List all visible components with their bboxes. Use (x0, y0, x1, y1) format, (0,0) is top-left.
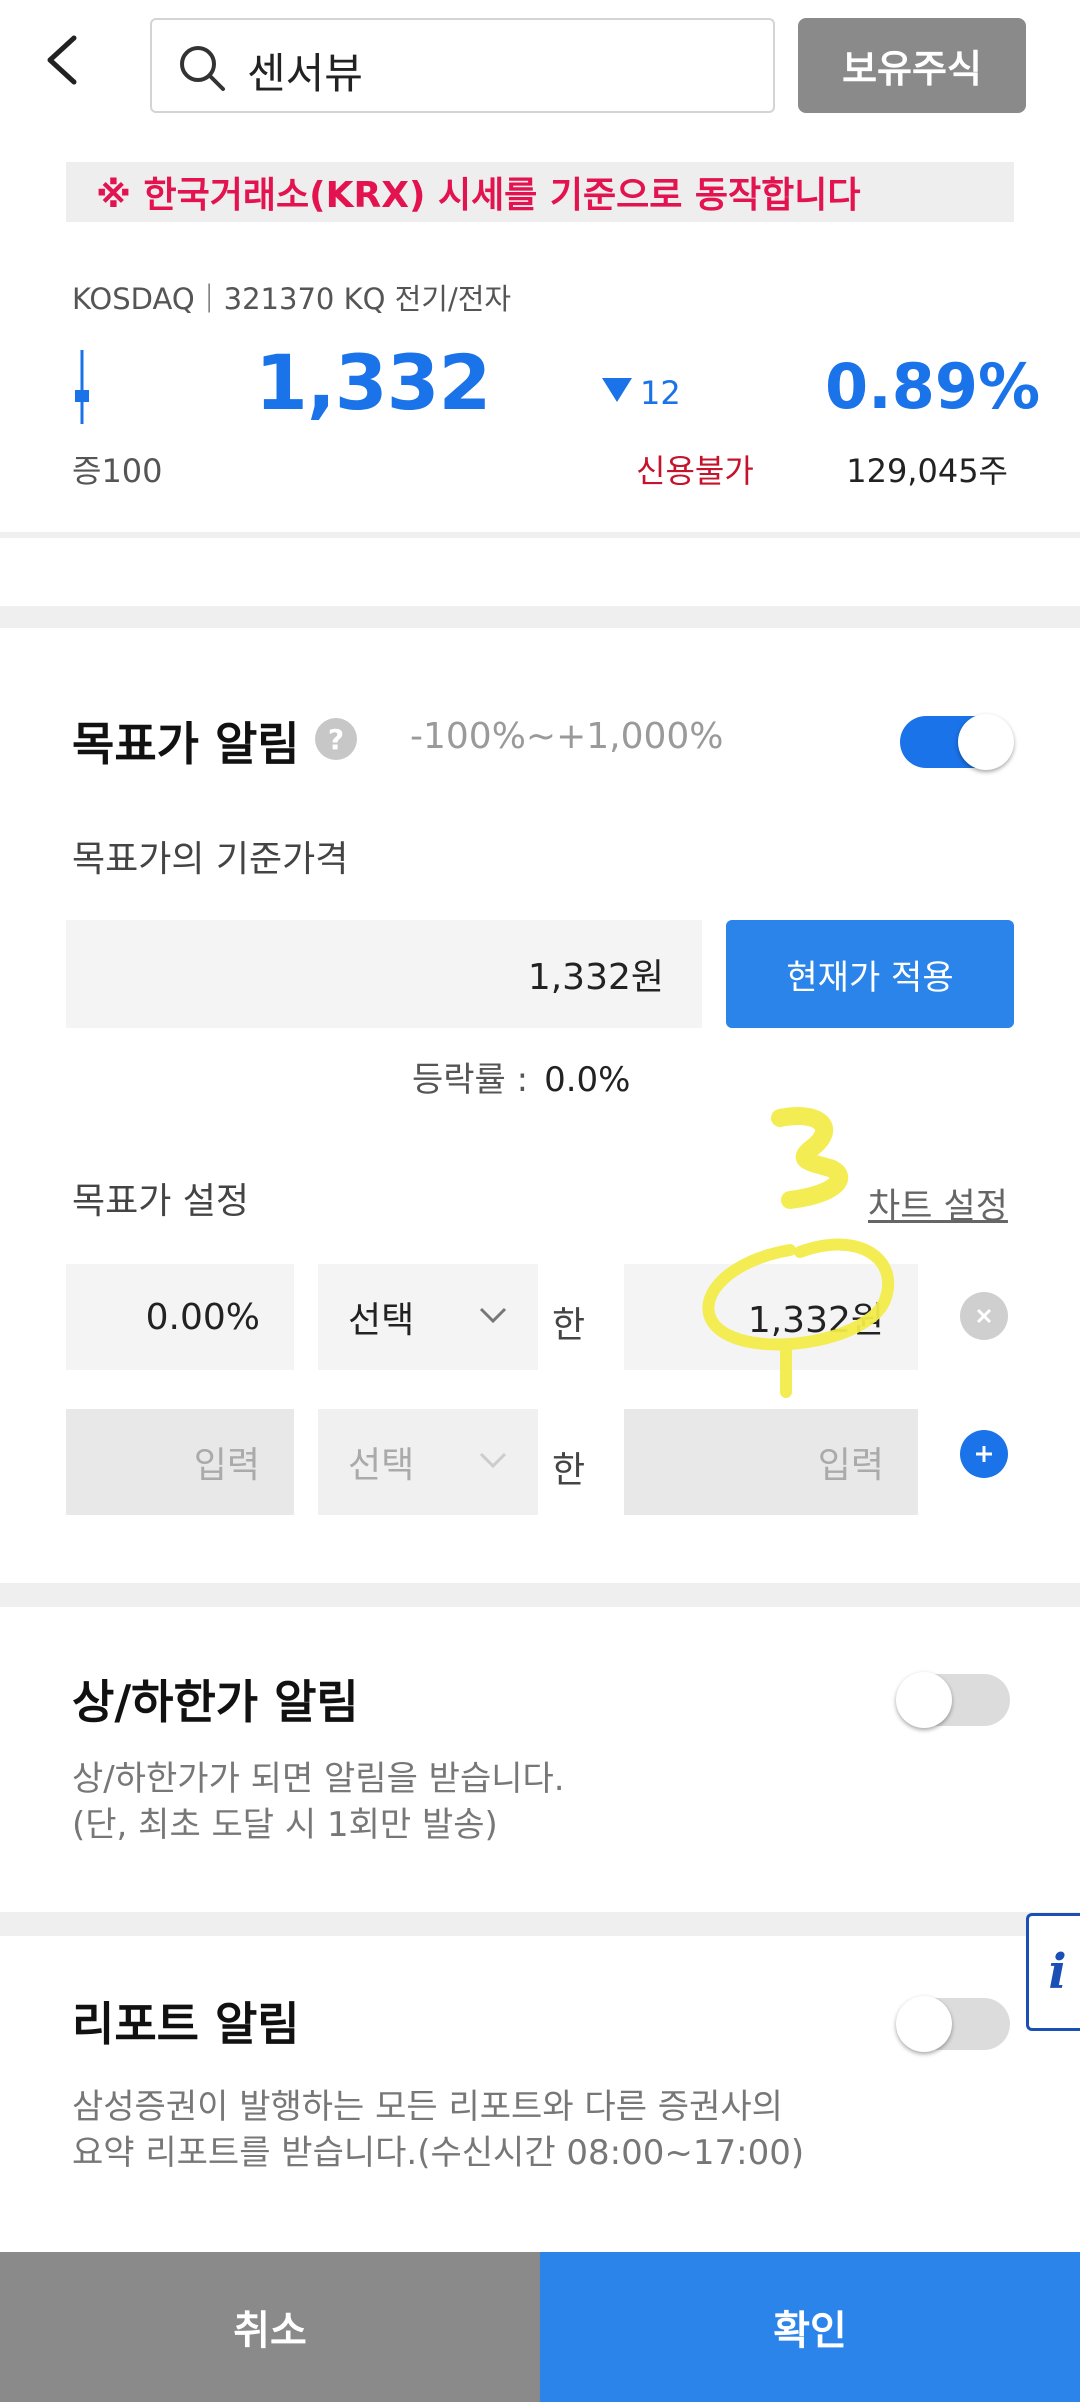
holding-stocks-button[interactable]: 보유주식 (798, 18, 1026, 113)
section-separator (0, 1583, 1080, 1607)
divider (0, 532, 1080, 538)
report-alert-toggle[interactable] (896, 1996, 1010, 2052)
condition-select-value: 선택 (348, 1300, 415, 1341)
section-separator (0, 606, 1080, 628)
limit-desc-line1: 상/하한가가 되면 알림을 받습니다. (72, 1759, 565, 1799)
add-row-button[interactable] (960, 1430, 1008, 1478)
chevron-down-icon (479, 1452, 507, 1469)
target-alert-title: 목표가 알림 (72, 717, 300, 771)
target-percent-input[interactable]: 0.00% (66, 1264, 294, 1370)
search-icon (180, 46, 225, 91)
toggle-knob (896, 1996, 952, 2052)
limit-desc-line2: (단, 최초 도달 시 1회만 발송) (72, 1805, 498, 1845)
rate-line: 등락률 : 0.0% (412, 1052, 631, 1101)
margin-rate: 증100 (72, 452, 163, 490)
chevron-left-icon (47, 35, 77, 85)
cancel-button[interactable]: 취소 (0, 2252, 540, 2402)
base-price-label: 목표가의 기준가격 (72, 839, 349, 880)
target-setting-label: 목표가 설정 (72, 1181, 250, 1222)
condition-select-2[interactable]: 선택 (318, 1409, 538, 1515)
change-rate: 0.89% (825, 350, 1041, 423)
target-price-input[interactable]: 1,332원 (624, 1264, 918, 1370)
help-icon[interactable]: ? (315, 718, 357, 760)
rate-label: 등락률 : (412, 1060, 529, 1100)
close-icon (976, 1308, 992, 1324)
current-price: 1,332 (255, 338, 491, 427)
chart-settings-link[interactable]: 차트 설정 (868, 1178, 1008, 1229)
down-triangle-icon (602, 378, 632, 402)
price-change: 12 (640, 374, 681, 412)
krx-notice: ※ 한국거래소(KRX) 시세를 기준으로 동작합니다 (66, 162, 1014, 222)
toggle-knob (958, 714, 1014, 770)
credit-status: 신용불가 (636, 452, 754, 490)
plus-icon (976, 1446, 992, 1462)
target-percent-input-2[interactable]: 입력 (66, 1409, 294, 1515)
toggle-knob (896, 1672, 952, 1728)
report-desc-line2: 요약 리포트를 받습니다.(수신시간 08:00~17:00) (72, 2133, 805, 2173)
target-range: -100%~+1,000% (410, 716, 724, 757)
search-input[interactable]: 센서뷰 (150, 18, 775, 113)
back-button[interactable] (30, 28, 94, 92)
search-value: 센서뷰 (247, 49, 363, 98)
target-alert-toggle[interactable] (900, 714, 1014, 770)
report-alert-description: 삼성증권이 발행하는 모든 리포트와 다른 증권사의 요약 리포트를 받습니다.… (72, 2084, 804, 2176)
limit-alert-description: 상/하한가가 되면 알림을 받습니다. (단, 최초 도달 시 1회만 발송) (72, 1756, 565, 1848)
limit-alert-toggle[interactable] (896, 1672, 1010, 1728)
remove-row-button[interactable] (960, 1292, 1008, 1340)
han-label: 한 (552, 1305, 586, 1346)
candle-icon (75, 350, 89, 424)
chevron-down-icon (479, 1307, 507, 1324)
confirm-button[interactable]: 확인 (540, 2252, 1080, 2402)
apply-current-price-button[interactable]: 현재가 적용 (726, 920, 1014, 1028)
limit-alert-title: 상/하한가 알림 (72, 1675, 359, 1729)
condition-select[interactable]: 선택 (318, 1264, 538, 1370)
info-tab[interactable]: i (1026, 1913, 1080, 2031)
section-separator (0, 1912, 1080, 1936)
condition-select-value-2: 선택 (348, 1445, 415, 1486)
han-label-2: 한 (552, 1450, 586, 1491)
trade-volume: 129,045주 (846, 452, 1008, 490)
rate-value: 0.0% (544, 1060, 631, 1100)
header: 센서뷰 보유주식 (0, 0, 1080, 140)
report-desc-line1: 삼성증권이 발행하는 모든 리포트와 다른 증권사의 (72, 2087, 783, 2127)
target-price-input-2[interactable]: 입력 (624, 1409, 918, 1515)
base-price-field[interactable]: 1,332원 (66, 920, 702, 1028)
report-alert-title: 리포트 알림 (72, 1997, 300, 2051)
bottom-bar: 취소 확인 (0, 2252, 1080, 2402)
market-info: KOSDAQ｜321370 KQ 전기/전자 (72, 282, 512, 316)
